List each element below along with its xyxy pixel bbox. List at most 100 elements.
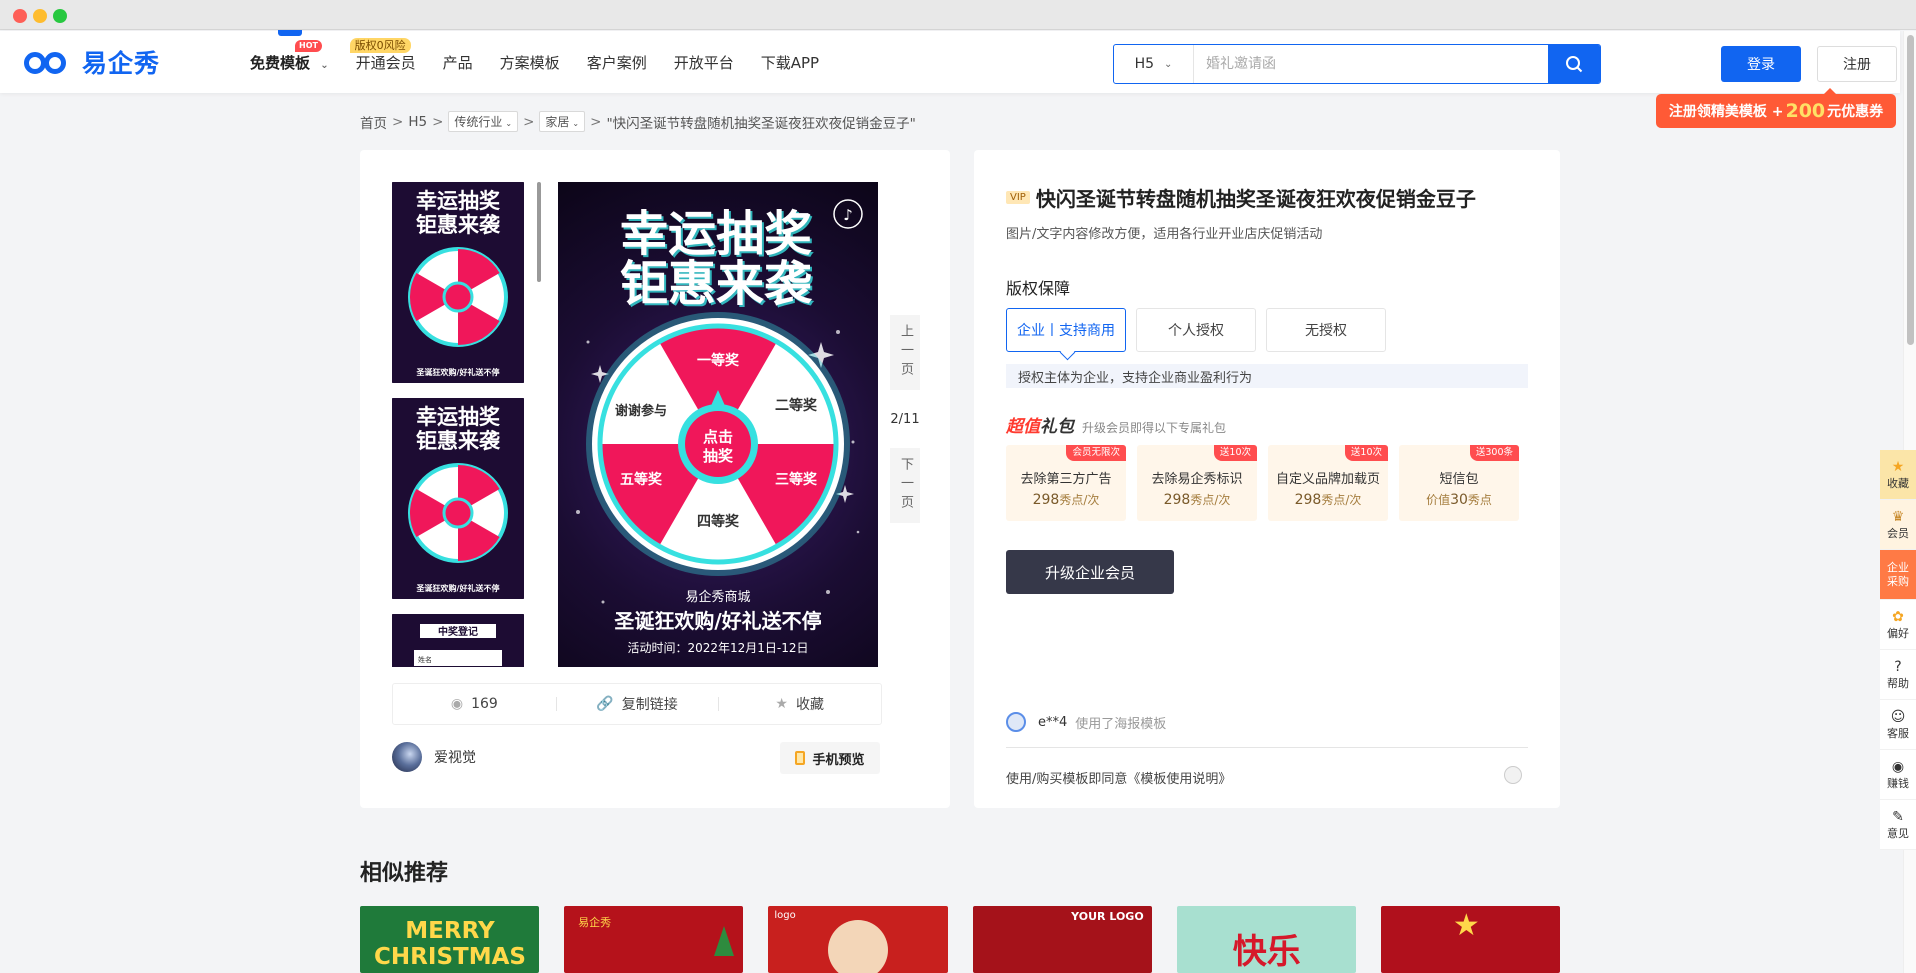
promo-amount: 200 bbox=[1785, 100, 1826, 122]
author-info[interactable]: 爱视觉 bbox=[392, 742, 476, 772]
next-page-label: 下一页 bbox=[898, 457, 913, 514]
similar-template-card[interactable]: logo bbox=[768, 906, 948, 973]
gift-corner-badge: 会员无限次 bbox=[1066, 445, 1126, 461]
breadcrumb-industry-select[interactable]: 传统行业 ⌄ bbox=[448, 111, 519, 132]
tool-membership[interactable]: ♛ 会员 bbox=[1880, 500, 1916, 550]
usage-agreement-link[interactable]: 使用/购买模板即同意《模板使用说明》 bbox=[1006, 768, 1231, 787]
gift-item: 送300条 短信包 价值30秀点 bbox=[1399, 445, 1519, 521]
gift-value: 298秀点/次 bbox=[1006, 491, 1126, 508]
tool-preference[interactable]: ✿ 偏好 bbox=[1880, 600, 1916, 650]
page-thumbnail-1[interactable]: 幸运抽奖 钜惠来袭 圣诞狂欢购/好礼送不停 bbox=[392, 182, 524, 383]
logo[interactable]: 易企秀 bbox=[24, 47, 160, 78]
gift-name: 短信包 bbox=[1439, 472, 1479, 487]
favorite-button[interactable]: ★ 收藏 bbox=[718, 694, 881, 714]
search-button[interactable] bbox=[1548, 45, 1600, 83]
login-button[interactable]: 登录 bbox=[1721, 46, 1801, 82]
tool-favorite[interactable]: ★ 收藏 bbox=[1880, 450, 1916, 500]
breadcrumb-separator: > bbox=[392, 113, 404, 130]
nav-download-app[interactable]: 下载APP bbox=[761, 52, 819, 73]
upgrade-enterprise-button[interactable]: 升级企业会员 bbox=[1006, 550, 1174, 594]
next-page-button[interactable]: 下一页 bbox=[890, 448, 920, 523]
favorite-label: 收藏 bbox=[795, 697, 824, 713]
nav-membership[interactable]: 开通会员 版权0风险 bbox=[349, 37, 416, 73]
template-subtitle: 图片/文字内容修改方便，适用各行业开业店庆促销活动 bbox=[1006, 227, 1323, 242]
maximize-window-button[interactable] bbox=[53, 9, 67, 23]
feedback-face-icon[interactable] bbox=[1504, 766, 1522, 784]
gift-corner-badge: 送10次 bbox=[1213, 445, 1257, 461]
tool-label: 帮助 bbox=[1887, 676, 1909, 690]
breadcrumb-home[interactable]: 首页 bbox=[360, 112, 387, 132]
similar-templates: MERRY CHRISTMAS 易企秀 logo YOUR LOGO 快乐 ★ bbox=[360, 906, 1560, 973]
star-icon: ★ bbox=[1452, 908, 1480, 943]
wheel-center-label[interactable]: 点击 bbox=[703, 428, 733, 446]
breadcrumb-category-select[interactable]: 家居 ⌄ bbox=[539, 111, 586, 132]
nav-solution-templates[interactable]: 方案模板 bbox=[500, 52, 560, 73]
thumbnails-scrollbar[interactable] bbox=[537, 182, 541, 282]
used-text: 使用了海报模板 bbox=[1075, 716, 1167, 732]
nav-open-platform[interactable]: 开放平台 bbox=[674, 52, 734, 73]
license-none[interactable]: 无授权 bbox=[1266, 308, 1386, 352]
gift-item: 送10次 去除易企秀标识 298秀点/次 bbox=[1137, 445, 1257, 521]
prize-label: 一等奖 bbox=[697, 352, 740, 369]
gift-name: 去除第三方广告 bbox=[1020, 472, 1112, 487]
gift-title: 礼包 bbox=[1040, 417, 1074, 437]
page-thumbnail-2[interactable]: 幸运抽奖 钜惠来袭 圣诞狂欢购/好礼送不停 bbox=[392, 398, 524, 599]
tool-label: 企业 bbox=[1887, 560, 1909, 574]
gift-subtitle: 升级会员即得以下专属礼包 bbox=[1082, 421, 1227, 435]
tool-feedback[interactable]: ✎ 意见 bbox=[1880, 800, 1916, 850]
license-personal[interactable]: 个人授权 bbox=[1136, 308, 1256, 352]
similar-template-text: logo bbox=[774, 910, 796, 921]
template-title: 快闪圣诞节转盘随机抽奖圣诞夜狂欢夜促销金豆子 bbox=[1035, 187, 1476, 211]
nav-free-templates[interactable]: 免费模板 ⌄ HOT bbox=[250, 29, 329, 73]
license-heading: 版权保障 bbox=[1006, 279, 1071, 298]
poster-slogan: 圣诞狂欢购/好礼送不停 bbox=[614, 609, 821, 633]
search-type-select[interactable]: H5 ⌄ bbox=[1114, 45, 1194, 83]
window-titlebar bbox=[0, 0, 1916, 30]
copy-link-button[interactable]: 🔗 复制链接 bbox=[555, 694, 719, 714]
thumb-form-title: 中奖登记 bbox=[438, 625, 478, 638]
prev-page-button[interactable]: 上一页 bbox=[890, 315, 920, 390]
tool-customer-service[interactable]: ☺ 客服 bbox=[1880, 700, 1916, 750]
poster-time: 活动时间：2022年12月1日-12日 bbox=[627, 641, 808, 655]
close-window-button[interactable] bbox=[13, 9, 27, 23]
register-button[interactable]: 注册 bbox=[1817, 46, 1897, 82]
chevron-down-icon: ⌄ bbox=[572, 119, 580, 128]
similar-template-card[interactable]: MERRY CHRISTMAS bbox=[360, 906, 540, 973]
gift-list: 会员无限次 去除第三方广告 298秀点/次 送10次 去除易企秀标识 298秀点… bbox=[1006, 445, 1530, 521]
page-thumbnails: 幸运抽奖 钜惠来袭 圣诞狂欢购/好礼送不停 幸运抽奖 钜惠来袭 圣诞狂欢购/好礼… bbox=[392, 182, 524, 667]
mobile-preview-button[interactable]: 手机预览 bbox=[780, 742, 880, 774]
thumbnail-image: 幸运抽奖 钜惠来袭 圣诞狂欢购/好礼送不停 bbox=[392, 398, 524, 599]
minimize-window-button[interactable] bbox=[33, 9, 47, 23]
scrollbar-thumb[interactable] bbox=[1907, 35, 1914, 345]
recent-usage: e**4 使用了海报模板 bbox=[1006, 712, 1166, 732]
gift-value-number: 298 bbox=[1163, 492, 1191, 508]
register-promo-banner[interactable]: 注册领精美模板 + 200 元优惠券 bbox=[1656, 88, 1896, 128]
phone-icon bbox=[795, 751, 806, 765]
wheel-center-label[interactable]: 抽奖 bbox=[703, 447, 734, 465]
poster-preview[interactable]: ♪ 幸运抽奖 幸运抽奖 钜惠来袭 钜惠来袭 点击 抽奖 一等奖 二等奖 三等奖 … bbox=[558, 182, 878, 667]
page-thumbnail-3[interactable]: 中奖登记 姓名 bbox=[392, 614, 524, 667]
license-enterprise[interactable]: 企业丨支持商用 bbox=[1006, 308, 1126, 352]
search-input[interactable] bbox=[1194, 45, 1548, 83]
thumb-headline: 钜惠来袭 bbox=[416, 213, 501, 237]
similar-template-card[interactable]: 易企秀 bbox=[564, 906, 744, 973]
license-description: 授权主体为企业，支持企业商业盈利行为 bbox=[1006, 364, 1528, 388]
template-detail-card: VIP 快闪圣诞节转盘随机抽奖圣诞夜狂欢夜促销金豆子 图片/文字内容修改方便，适… bbox=[974, 150, 1560, 808]
tool-enterprise-purchase[interactable]: 企业 采购 bbox=[1880, 550, 1916, 600]
tool-earn-money[interactable]: ◉ 赚钱 bbox=[1880, 750, 1916, 800]
nav-customer-cases[interactable]: 客户案例 bbox=[587, 52, 647, 73]
breadcrumb-category-label: 家居 bbox=[545, 115, 570, 129]
view-count-value: 169 bbox=[471, 696, 498, 712]
breadcrumb-h5[interactable]: H5 bbox=[408, 114, 427, 130]
breadcrumb-separator: > bbox=[432, 113, 444, 130]
tool-help[interactable]: ? 帮助 bbox=[1880, 650, 1916, 700]
prize-label: 三等奖 bbox=[775, 471, 818, 488]
similar-template-card[interactable]: ★ bbox=[1380, 906, 1560, 973]
tool-label: 赚钱 bbox=[1887, 776, 1909, 790]
similar-template-card[interactable]: 快乐 bbox=[1176, 906, 1356, 973]
similar-template-card[interactable]: YOUR LOGO bbox=[972, 906, 1152, 973]
nav-products[interactable]: 产品 bbox=[443, 52, 473, 73]
prize-label: 五等奖 bbox=[620, 471, 663, 488]
similar-template-text: 易企秀 bbox=[578, 916, 612, 929]
flower-icon: ✿ bbox=[1892, 608, 1904, 625]
